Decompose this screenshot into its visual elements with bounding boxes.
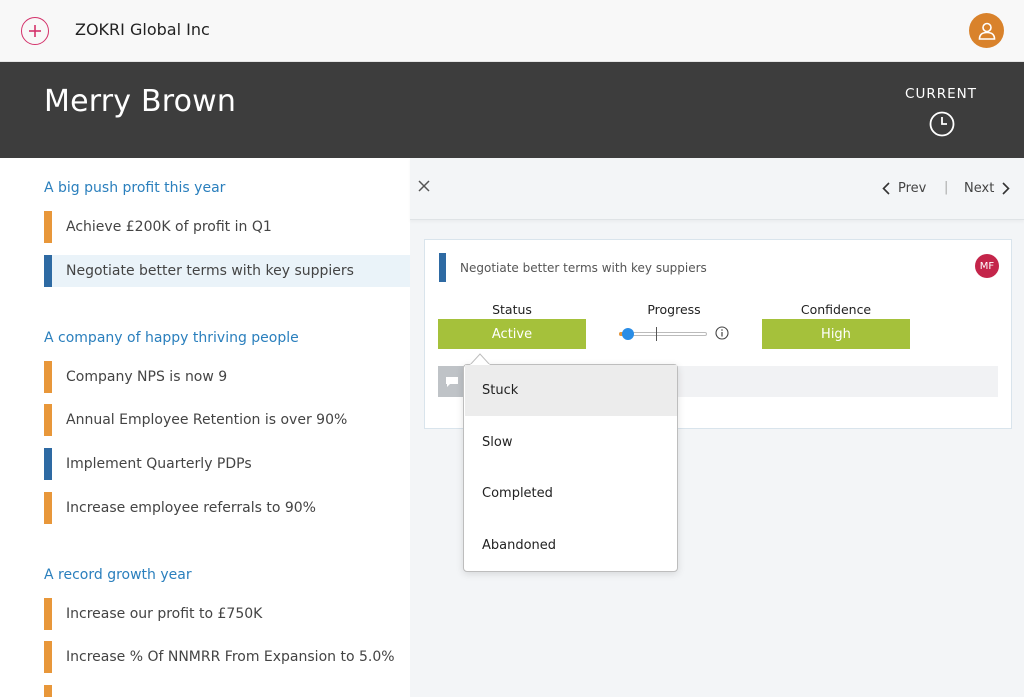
user-menu-button[interactable] (969, 13, 1004, 48)
status-option-completed[interactable]: Completed (465, 468, 677, 519)
key-result-label: Company NPS is now 9 (66, 369, 228, 385)
objective-title[interactable]: A record growth year (44, 567, 192, 583)
status-bar (44, 598, 52, 630)
status-bar (44, 211, 52, 243)
dropdown-caret (469, 353, 491, 365)
okr-list: A big push profit this year Achieve £200… (0, 158, 410, 697)
nav-separator: | (944, 180, 949, 195)
status-bar (44, 685, 52, 697)
card-title: Negotiate better terms with key suppiers (460, 261, 707, 275)
panel-toolbar: Prev | Next (410, 158, 1024, 220)
status-bar (44, 448, 52, 480)
status-label: Status (492, 302, 532, 317)
key-result-label: Increase % Of NNMRR From Expansion to 5.… (66, 649, 395, 665)
key-result-label: Negotiate better terms with key suppiers (66, 263, 354, 279)
key-result-item[interactable]: Company NPS is now 9 (44, 361, 410, 393)
confidence-label: Confidence (800, 302, 872, 317)
comment-button[interactable] (438, 366, 466, 397)
status-option-abandoned[interactable]: Abandoned (465, 520, 677, 571)
objective-title[interactable]: A company of happy thriving people (44, 330, 299, 346)
key-result-item[interactable]: Achieve £200K of profit in Q1 (44, 211, 410, 243)
key-result-item[interactable]: Increase employee referrals to 90% (44, 492, 410, 524)
person-name: Merry Brown (44, 84, 237, 119)
status-bar (44, 492, 52, 524)
key-result-item[interactable]: Annual Employee Retention is over 90% (44, 404, 410, 436)
add-button[interactable] (21, 17, 49, 45)
top-bar: ZOKRI Global Inc (0, 0, 1024, 62)
prev-label: Prev (898, 181, 927, 196)
key-result-label: Annual Employee Retention is over 90% (66, 412, 348, 428)
company-name: ZOKRI Global Inc (75, 20, 210, 39)
status-bar (44, 255, 52, 287)
comment-icon (446, 376, 458, 387)
prev-button[interactable]: Prev (882, 181, 926, 196)
key-result-item[interactable]: Increase % Of NNMRR From Expansion to 5.… (44, 641, 410, 673)
progress-slider[interactable] (619, 327, 713, 341)
key-result-label: Increase employee referrals to 90% (66, 500, 316, 516)
status-dropdown-menu: Stuck Slow Completed Abandoned (463, 364, 678, 572)
clock-icon[interactable] (929, 111, 955, 137)
status-bar (44, 361, 52, 393)
key-result-item[interactable]: Implement Quarterly PDPs (44, 448, 410, 480)
objective-title[interactable]: A big push profit this year (44, 180, 225, 196)
status-bar (44, 641, 52, 673)
status-bar (44, 404, 52, 436)
key-result-item-partial[interactable] (44, 685, 410, 697)
profile-header: Merry Brown CURRENT (0, 62, 1024, 158)
key-result-label: Achieve £200K of profit in Q1 (66, 219, 272, 235)
confidence-select[interactable]: High (762, 319, 910, 349)
card-status-bar (439, 253, 446, 282)
slider-target-tick (656, 327, 657, 341)
key-result-label: Increase our profit to £750K (66, 606, 263, 622)
slider-knob[interactable] (622, 328, 634, 340)
key-result-item[interactable]: Increase our profit to £750K (44, 598, 410, 630)
key-result-item-selected[interactable]: Negotiate better terms with key suppiers (44, 255, 410, 287)
progress-label: Progress (647, 302, 701, 317)
close-icon[interactable] (418, 180, 430, 192)
status-select[interactable]: Active (438, 319, 586, 349)
user-icon (978, 22, 995, 40)
status-option-slow[interactable]: Slow (465, 417, 677, 468)
info-icon[interactable] (715, 326, 729, 340)
next-button[interactable]: Next (964, 181, 1010, 196)
chevron-right-icon (1002, 182, 1010, 195)
plus-circle-icon (29, 25, 41, 37)
key-result-label: Implement Quarterly PDPs (66, 456, 252, 472)
current-period-button[interactable]: CURRENT (896, 86, 986, 102)
status-option-stuck[interactable]: Stuck (465, 365, 677, 416)
chevron-left-icon (882, 182, 890, 195)
owner-avatar[interactable]: MF (975, 254, 999, 278)
next-label: Next (964, 181, 995, 196)
